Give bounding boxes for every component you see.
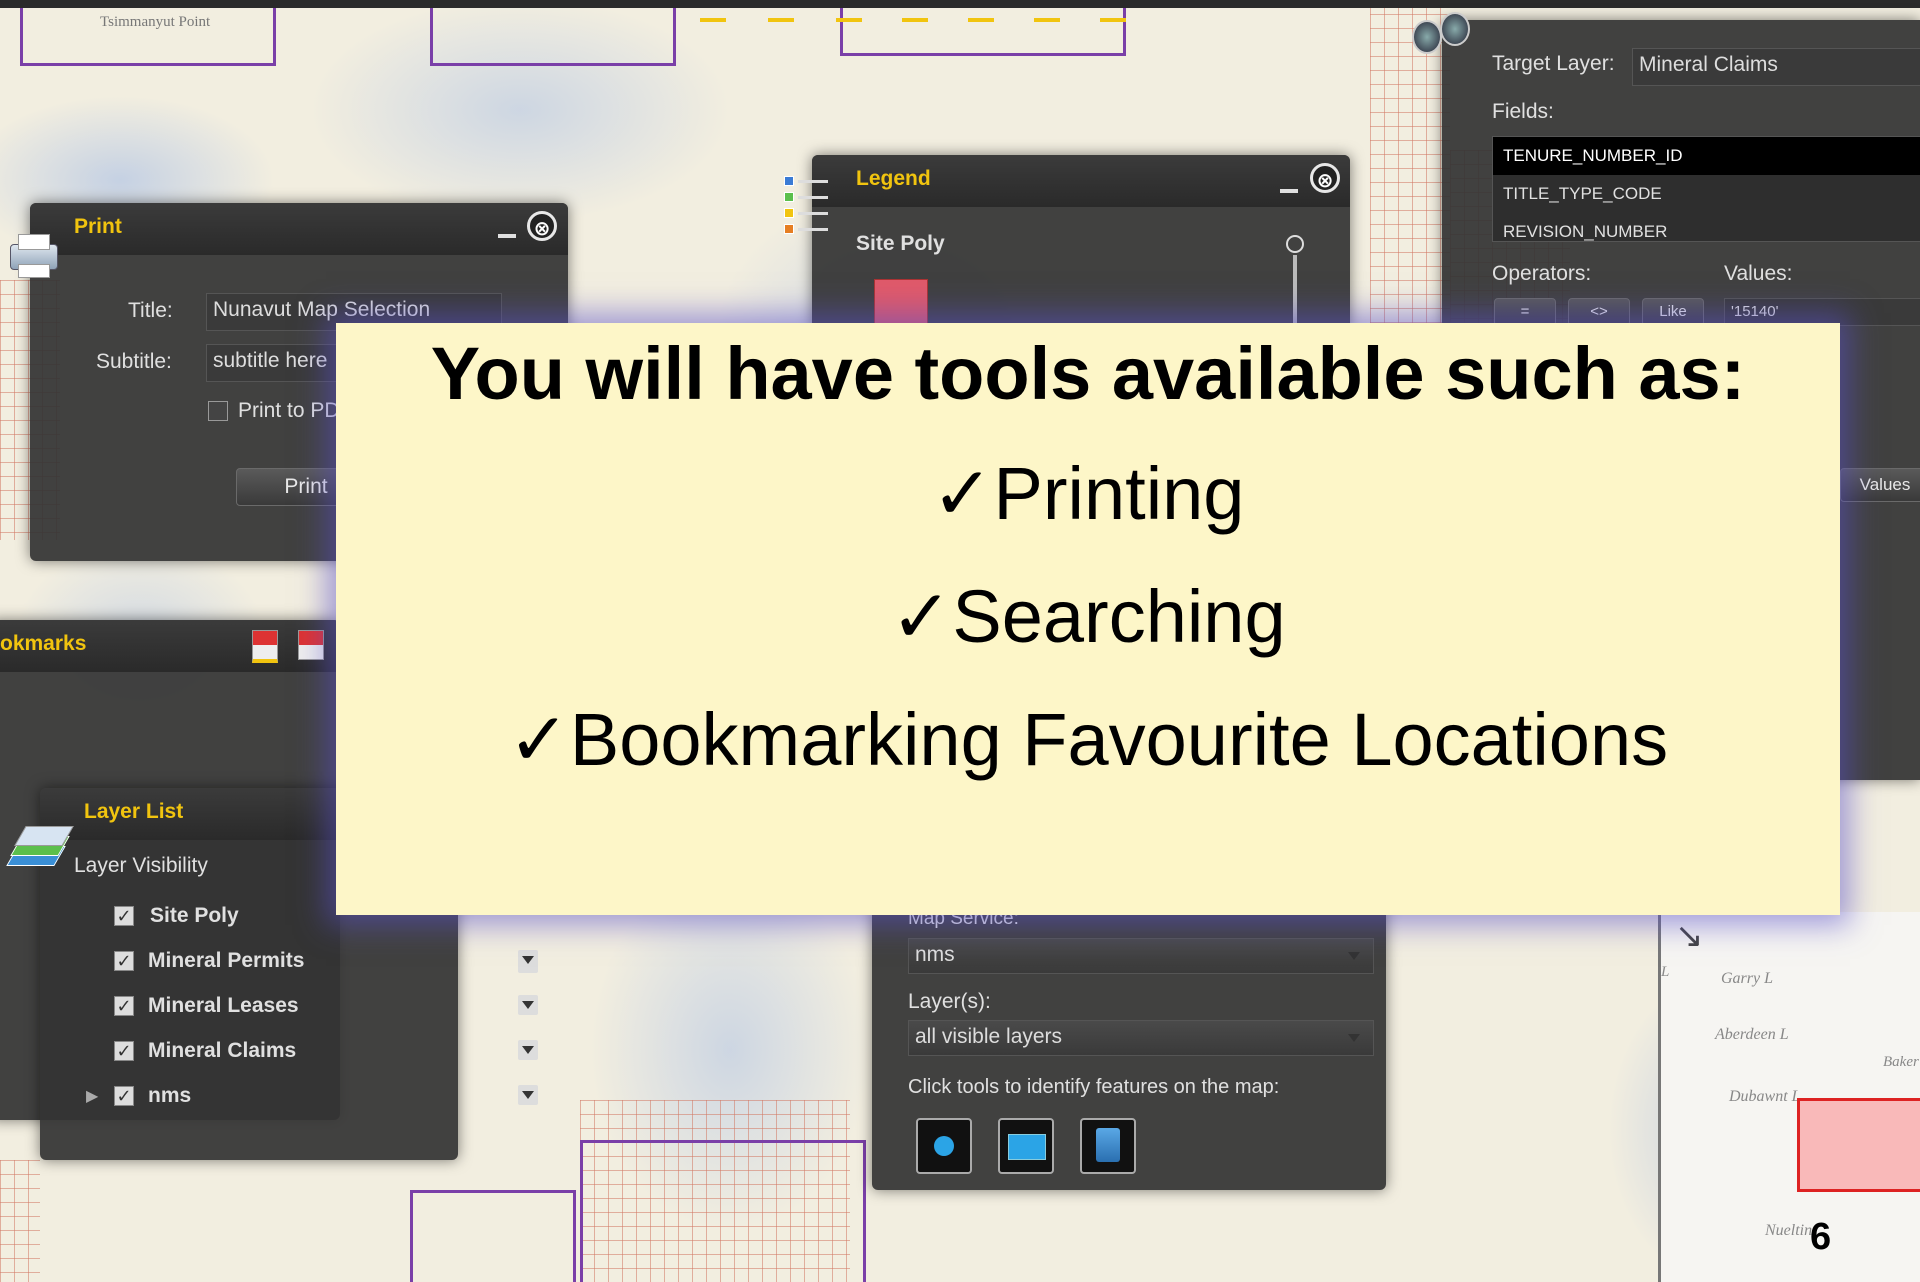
layers-label: Layer(s): [908, 990, 991, 1013]
toolbar-tool-icon[interactable] [1034, 8, 1060, 22]
identify-rectangle-button[interactable] [998, 1118, 1054, 1174]
layer-options-icon[interactable] [518, 995, 538, 1015]
map-place-label: Tsimmanyut Point [100, 14, 211, 30]
layer-checkbox[interactable]: ✓ [114, 951, 134, 971]
layer-name: Mineral Permits [148, 949, 305, 972]
trash-icon [1096, 1128, 1120, 1162]
legend-panel: Legend ⊗ Site Poly [812, 155, 1350, 332]
clear-results-button[interactable] [1080, 1118, 1136, 1174]
expand-arrow-icon[interactable]: ▶ [86, 1086, 98, 1106]
fields-label: Fields: [1492, 100, 1554, 123]
overview-label: Dubawnt L [1729, 1088, 1801, 1105]
overview-label: Baker [1883, 1054, 1919, 1070]
layer-visibility-label: Layer Visibility [74, 854, 208, 877]
toolbar-tool-icon[interactable] [768, 8, 794, 22]
identify-panel: Map Service: nms Layer(s): all visible l… [872, 880, 1386, 1190]
layer-checkbox[interactable]: ✓ [114, 996, 134, 1016]
point-icon [934, 1136, 954, 1156]
top-toolbar [0, 0, 1920, 8]
layer-options-icon[interactable] [518, 950, 538, 970]
toolbar-tool-icon[interactable] [968, 8, 994, 22]
slide-title: You will have tools available such as: [430, 332, 1746, 415]
overview-extent-box[interactable] [1797, 1098, 1920, 1192]
title-label: Title: [128, 299, 173, 322]
identify-point-button[interactable] [916, 1118, 972, 1174]
target-layer-label: Target Layer: [1492, 52, 1615, 75]
layer-options-icon[interactable] [518, 1040, 538, 1060]
field-item[interactable]: TENURE_NUMBER_ID [1493, 137, 1920, 175]
layer-name: Mineral Claims [148, 1039, 297, 1062]
layer-name: Mineral Leases [148, 994, 299, 1017]
layer-name: Site Poly [150, 904, 239, 927]
layers-icon [6, 822, 74, 874]
feature-item-searching: ✓Searching [890, 575, 1286, 658]
layer-list-panel-title: Layer List [84, 800, 184, 823]
bookmark-list-icon[interactable] [298, 630, 324, 660]
scrollbar-track[interactable] [1293, 255, 1297, 330]
fields-list[interactable]: TENURE_NUMBER_ID TITLE_TYPE_CODE REVISIO… [1492, 136, 1920, 242]
field-item[interactable]: REVISION_NUMBER [1493, 213, 1920, 241]
values-button[interactable]: Values [1840, 468, 1920, 502]
operator-button[interactable]: = [1494, 298, 1556, 326]
legend-icon [780, 176, 836, 242]
toolbar-tool-icon[interactable] [902, 8, 928, 22]
operator-button[interactable]: <> [1568, 298, 1630, 326]
print-to-pdf-checkbox[interactable] [208, 401, 228, 421]
layer-checkbox[interactable]: ✓ [114, 906, 134, 926]
layer-row[interactable]: ✓ Mineral Claims [40, 1035, 458, 1069]
feature-item-printing: ✓Printing [931, 452, 1245, 535]
print-panel-title: Print [74, 215, 122, 238]
operator-button[interactable]: Like [1642, 298, 1704, 326]
layers-select[interactable]: all visible layers [908, 1020, 1374, 1056]
chevron-down-icon[interactable] [1344, 1028, 1364, 1048]
minimize-icon[interactable] [498, 234, 516, 238]
toolbar-tool-icon[interactable] [700, 8, 726, 22]
layer-options-icon[interactable] [518, 1085, 538, 1105]
slide-overlay: You will have tools available such as: ✓… [336, 323, 1840, 915]
feature-item-bookmarking: ✓Bookmarking Favourite Locations [507, 698, 1669, 781]
overview-label: Garry L [1721, 970, 1774, 987]
rectangle-icon [1008, 1134, 1046, 1160]
values-input[interactable]: '15140' [1724, 298, 1920, 326]
close-icon[interactable]: ⊗ [527, 211, 557, 241]
layer-checkbox[interactable]: ✓ [114, 1086, 134, 1106]
overview-toggle-icon[interactable]: ↘ [1675, 916, 1704, 956]
close-icon[interactable]: ⊗ [1310, 163, 1340, 193]
legend-panel-title: Legend [856, 167, 931, 190]
subtitle-label: Subtitle: [96, 350, 172, 373]
field-item[interactable]: TITLE_TYPE_CODE [1493, 175, 1920, 213]
overview-map[interactable]: ↘ L Garry L Aberdeen L Baker Dubawnt L N… [1658, 912, 1920, 1282]
legend-item-label: Site Poly [856, 232, 945, 255]
map-service-select[interactable]: nms [908, 938, 1374, 974]
layer-name: nms [148, 1084, 192, 1107]
minimize-icon[interactable] [1280, 189, 1298, 193]
values-label: Values: [1724, 262, 1793, 285]
binoculars-icon [1404, 4, 1476, 56]
layer-row[interactable]: ▶ ✓ nms [40, 1080, 458, 1114]
add-bookmark-icon[interactable] [252, 630, 278, 663]
bookmarks-panel-title: okmarks [0, 632, 87, 655]
layer-checkbox[interactable]: ✓ [114, 1041, 134, 1061]
layer-row[interactable]: ✓ Mineral Permits [40, 945, 538, 979]
overview-label: L [1661, 964, 1670, 980]
print-to-pdf-label: Print to PD [238, 399, 340, 422]
chevron-down-icon[interactable] [1344, 946, 1364, 966]
printer-icon [4, 232, 62, 278]
operators-label: Operators: [1492, 262, 1592, 285]
toolbar-tool-icon[interactable] [836, 8, 862, 22]
layer-row[interactable]: ✓ Mineral Leases [40, 990, 458, 1024]
overview-label: Nueltin [1765, 1222, 1813, 1239]
overview-label: Aberdeen L [1715, 1026, 1789, 1043]
page-number: 6 [1810, 1216, 1832, 1258]
identify-instruction: Click tools to identify features on the … [908, 1076, 1280, 1098]
scroll-up-icon[interactable] [1286, 235, 1304, 253]
target-layer-select[interactable]: Mineral Claims [1632, 48, 1920, 86]
toolbar-tool-icon[interactable] [1100, 8, 1126, 22]
